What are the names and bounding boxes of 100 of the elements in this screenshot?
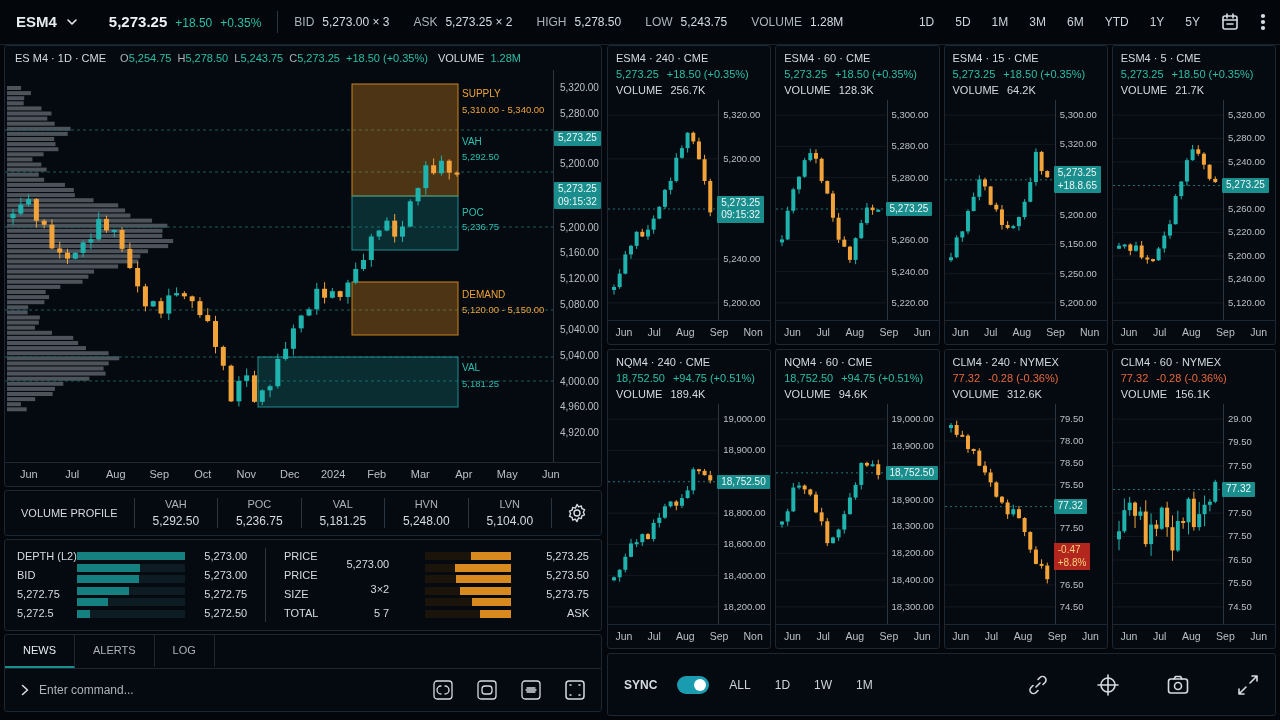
last-price: 18,752.50 xyxy=(784,371,834,386)
chart-title: ESM4 · 240 · CME xyxy=(616,51,710,66)
depth-value: 5,273.00 xyxy=(346,557,390,573)
price-tick: 18,600.00 xyxy=(722,537,766,552)
last-price: 77.32 xyxy=(952,371,981,386)
ohlc-label: C xyxy=(289,50,298,66)
price-tick: 5,160.00 xyxy=(559,246,599,261)
axis-label: Oct xyxy=(193,467,213,483)
command-input[interactable]: Enter command... xyxy=(37,680,425,700)
price-tick: 18,400.00 xyxy=(890,572,934,587)
volume-label: VOLUME xyxy=(437,50,485,66)
axis-label: Jun xyxy=(1120,628,1138,644)
price-tick: 5,320.00 xyxy=(1227,108,1265,122)
stat-label: VOLUME xyxy=(751,14,802,31)
stat-label: LVN xyxy=(499,496,521,512)
price-tick: 18,400.00 xyxy=(722,568,766,583)
symbol-selector[interactable]: ESM4 xyxy=(16,10,77,34)
range-button[interactable]: 6M xyxy=(1066,13,1084,31)
tab[interactable]: LOG xyxy=(154,635,215,668)
stat-label: HIGH xyxy=(536,14,567,31)
axis-label: Jun xyxy=(913,628,931,644)
axis-label: Jun xyxy=(615,324,633,340)
range-button[interactable]: 1M xyxy=(856,675,873,694)
price-tick: 5,040.00 xyxy=(559,323,599,338)
axis-label: Nov xyxy=(235,467,258,483)
price-tick: 5,260.00 xyxy=(890,233,929,248)
price-tick: 5,220.00 xyxy=(1227,225,1265,240)
volume-label: VOLUME xyxy=(1120,83,1168,98)
price-change: +18.50 (+0.35%) xyxy=(346,50,428,66)
chart-title: ES M4 · 1D · CME xyxy=(15,50,107,66)
price-tick: 5,200.00 xyxy=(1058,208,1097,223)
axis-label: Jun xyxy=(1082,628,1099,644)
axis-label: Aug xyxy=(676,628,695,644)
stat-label: VAL xyxy=(332,496,353,512)
price-tick: 78.00 xyxy=(1058,433,1084,448)
axis-label: Jul xyxy=(816,628,830,644)
price-change: -0.28 (-0.36%) xyxy=(1156,371,1227,386)
axis-label: Feb xyxy=(366,467,388,483)
price-tag: 5,273.25 xyxy=(1222,178,1269,193)
price-tick: 18,300.00 xyxy=(890,599,934,614)
depth-price: ASK xyxy=(567,606,589,622)
axis-label: Aug xyxy=(1012,324,1032,340)
price-tick: 5,280.00 xyxy=(890,139,929,154)
stat-value: 5,248.00 xyxy=(402,513,450,531)
depth-price: 5,272.75 xyxy=(204,587,248,603)
price-tick: 78.50 xyxy=(1058,455,1084,470)
axis-label: Jul xyxy=(64,467,81,483)
ohlc-label: O xyxy=(120,50,129,66)
price-tick: 5,240.00 xyxy=(890,264,929,279)
percent-change: +0.35% xyxy=(220,14,262,32)
price-tick: 18,800.00 xyxy=(722,506,766,520)
axis-label: Aug xyxy=(1013,628,1033,644)
price-tick: 5,250.00 xyxy=(1058,266,1097,281)
depth-value: 5 7 xyxy=(373,606,390,622)
price-tick: 29.00 xyxy=(1227,412,1252,426)
price-tick: 18,900.00 xyxy=(890,492,934,507)
depth-label: 5,272.5 xyxy=(17,606,55,622)
axis-label: Jun xyxy=(952,324,969,340)
zone-value: 5,310.00 - 5,340.00 xyxy=(462,104,545,115)
sync-label: SYNC xyxy=(624,676,658,694)
range-button[interactable]: ALL xyxy=(729,675,751,694)
axis-label: Jul xyxy=(1152,628,1167,644)
price-tick: 5,200.00 xyxy=(559,220,599,235)
price-tick: 5,240.00 xyxy=(1227,154,1265,169)
axis-label: Jul xyxy=(816,324,830,340)
axis-label: Mar xyxy=(409,467,431,483)
range-button[interactable]: 5Y xyxy=(1185,13,1200,31)
range-button[interactable]: 1D xyxy=(774,675,791,694)
price-tick: 5,240.00 xyxy=(1227,272,1265,287)
range-button[interactable]: 1M xyxy=(991,13,1009,31)
axis-label: Sep xyxy=(1216,628,1235,644)
axis-label: Apr xyxy=(454,467,474,483)
tab[interactable]: NEWS xyxy=(5,635,75,668)
range-button[interactable]: 3M xyxy=(1029,13,1046,31)
axis-label: Jun xyxy=(1120,324,1138,340)
price-tick: 5,320.00 xyxy=(1058,137,1097,152)
stat-label: BID xyxy=(294,14,315,31)
price-tick: 77.50 xyxy=(1227,458,1252,473)
axis-label: Jul xyxy=(984,324,998,340)
tab[interactable]: ALERTS xyxy=(75,635,155,668)
zone-label: POC xyxy=(462,207,484,218)
axis-label: Sep xyxy=(148,467,171,483)
chart-title: ESM4 · 60 · CME xyxy=(784,51,872,66)
price-tick: 76.50 xyxy=(1058,577,1084,592)
depth-price: 5,273.00 xyxy=(204,568,248,584)
depth-price: 5,273.75 xyxy=(546,587,589,603)
range-button[interactable]: 1D xyxy=(918,13,935,31)
stat-label: LOW xyxy=(645,14,673,31)
axis-label: May xyxy=(495,467,519,483)
zone-label: VAL xyxy=(462,362,481,373)
axis-label: Aug xyxy=(1181,324,1201,340)
range-button[interactable]: 1W xyxy=(814,675,833,694)
price-change: +94.75 (+0.51%) xyxy=(672,371,755,386)
price-tick: 18,900.00 xyxy=(722,443,766,458)
range-button[interactable]: 5D xyxy=(955,13,971,31)
range-button[interactable]: YTD xyxy=(1104,13,1129,31)
price-tick: 5,260.00 xyxy=(1227,202,1265,216)
price-tick: 5,320.00 xyxy=(722,108,761,122)
stat-label: ASK xyxy=(413,14,438,31)
range-button[interactable]: 1Y xyxy=(1149,13,1165,31)
